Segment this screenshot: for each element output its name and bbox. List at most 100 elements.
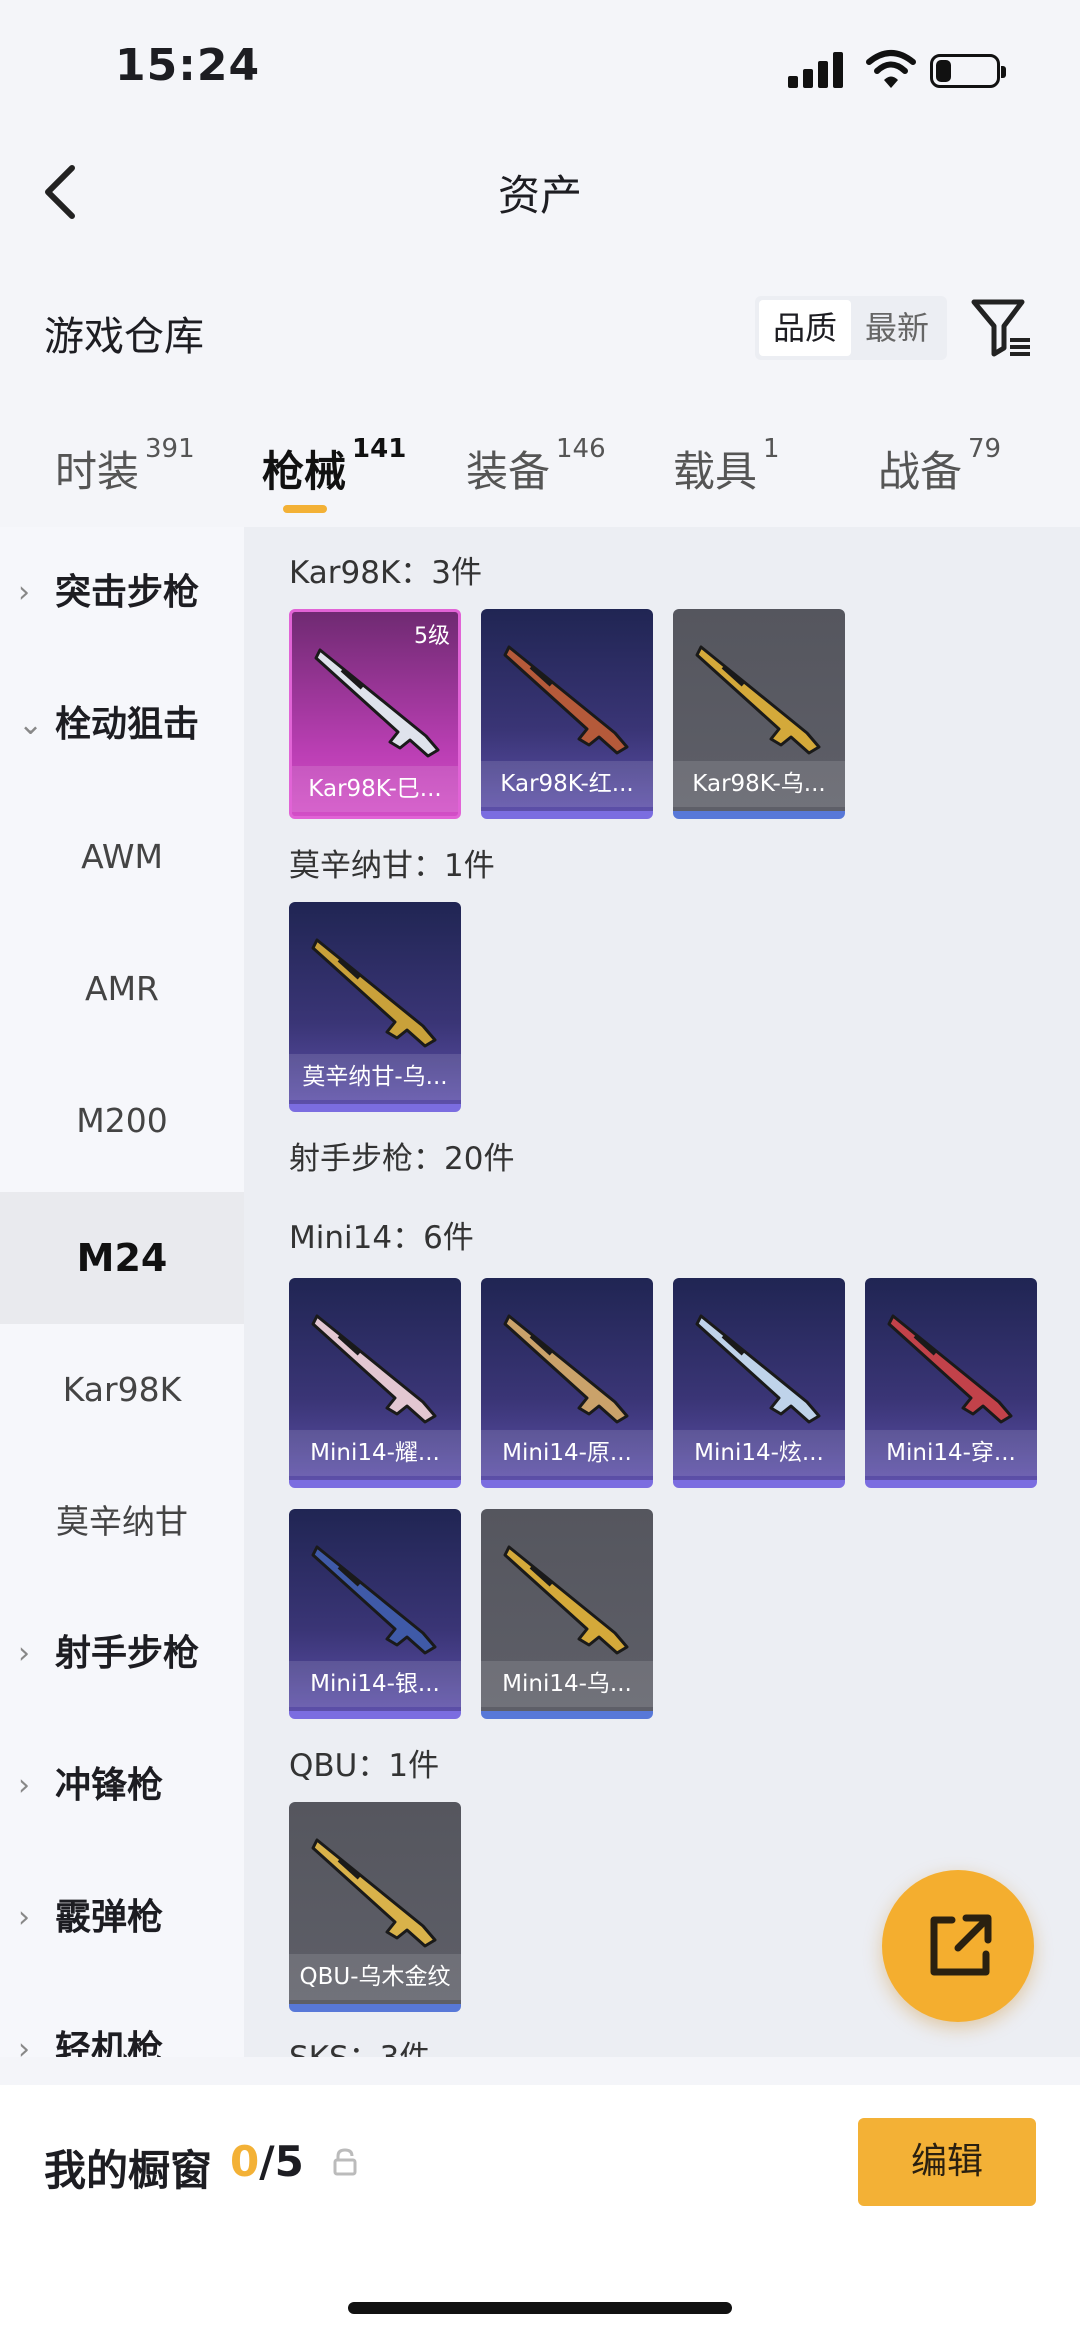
tab-active-indicator	[283, 505, 327, 513]
showcase-total: /5	[259, 2137, 304, 2186]
weapon-card[interactable]: Mini14-炫...	[673, 1278, 845, 1488]
section-heading-mosin: 莫辛纳甘：1件	[289, 848, 495, 884]
sidebar-item-label: 射手步枪	[55, 1633, 200, 1674]
rifle-icon	[695, 645, 821, 755]
sidebar-item-marksman-rifle[interactable]: › 射手步枪	[0, 1588, 244, 1720]
weapon-card[interactable]: Mini14-穿...	[865, 1278, 1037, 1488]
weapon-card[interactable]: 5级 Kar98K-巳...	[289, 609, 461, 819]
page-title: 资产	[497, 171, 582, 220]
weapon-name: Mini14-乌...	[481, 1661, 653, 1707]
sidebar-item-m200[interactable]: M200	[0, 1055, 244, 1187]
weapon-name: Mini14-穿...	[865, 1430, 1037, 1476]
sidebar-item-amr[interactable]: AMR	[0, 923, 244, 1055]
sidebar-item-shotgun[interactable]: › 霰弹枪	[0, 1852, 244, 1984]
weapon-card[interactable]: Mini14-银...	[289, 1509, 461, 1719]
signal-icon	[788, 52, 844, 88]
section-heading-qbu: QBU：1件	[289, 1748, 440, 1784]
tab-count: 391	[145, 434, 195, 464]
weapon-card[interactable]: 莫辛纳甘-乌...	[289, 902, 461, 1112]
sidebar-item-label: 轻机枪	[55, 2029, 164, 2057]
weapon-name: Mini14-耀...	[289, 1430, 461, 1476]
rifle-icon	[887, 1314, 1013, 1424]
warehouse-title: 游戏仓库	[44, 314, 204, 360]
showcase-current: 0	[230, 2137, 260, 2186]
tab-label: 时装	[55, 447, 140, 496]
sidebar-item-label: 突击步枪	[55, 572, 200, 613]
weapon-name: QBU-乌木金纹	[289, 1954, 461, 2000]
weapon-card[interactable]: Kar98K-红...	[481, 609, 653, 819]
weapon-card[interactable]: Mini14-乌...	[481, 1509, 653, 1719]
chevron-right-icon: ›	[18, 2032, 30, 2057]
level-badge: 5级	[414, 624, 450, 649]
tab-costume[interactable]: 时装 391	[55, 434, 195, 499]
weapon-card[interactable]: Mini14-原...	[481, 1278, 653, 1488]
share-button[interactable]	[882, 1870, 1034, 2022]
rifle-icon	[311, 938, 437, 1048]
section-heading-marksman: 射手步枪：20件	[289, 1141, 515, 1177]
rifle-icon	[311, 1314, 437, 1424]
tab-gear[interactable]: 战备 79	[878, 434, 1001, 499]
rifle-icon	[311, 1545, 437, 1655]
sort-quality-option[interactable]: 品质	[759, 300, 851, 356]
section-heading-kar98k: Kar98K：3件	[289, 555, 483, 591]
rifle-icon	[503, 645, 629, 755]
weapon-card[interactable]: QBU-乌木金纹	[289, 1802, 461, 2012]
sidebar-item-bolt-sniper[interactable]: ⌄ 栓动狙击	[0, 659, 244, 791]
weapon-name: Kar98K-乌...	[673, 761, 845, 807]
rifle-icon	[503, 1314, 629, 1424]
tab-count: 79	[968, 434, 1002, 464]
weapon-card[interactable]: Kar98K-乌...	[673, 609, 845, 819]
tab-count: 146	[556, 434, 606, 464]
tab-label: 装备	[466, 447, 551, 496]
weapon-card[interactable]: Mini14-耀...	[289, 1278, 461, 1488]
sidebar-item-label: 栓动狙击	[55, 704, 200, 745]
lock-icon[interactable]	[332, 2148, 358, 2176]
chevron-right-icon: ›	[18, 1900, 30, 1935]
wifi-icon	[866, 50, 916, 88]
rifle-icon	[695, 1314, 821, 1424]
sidebar-item-assault-rifle[interactable]: › 突击步枪	[0, 527, 244, 659]
sidebar-item-lmg[interactable]: › 轻机枪	[0, 1984, 244, 2057]
chevron-down-icon: ⌄	[18, 707, 44, 742]
sidebar-item-label: 冲锋枪	[55, 1765, 164, 1806]
home-indicator	[348, 2302, 732, 2314]
rifle-icon	[503, 1545, 629, 1655]
tab-count: 141	[352, 434, 407, 464]
filter-icon[interactable]	[970, 296, 1034, 360]
status-time: 15:24	[115, 40, 261, 91]
showcase-label: 我的橱窗	[44, 2146, 213, 2195]
edit-button[interactable]: 编辑	[858, 2118, 1036, 2206]
battery-icon	[930, 54, 1006, 88]
tab-firearms[interactable]: 枪械 141	[262, 434, 406, 499]
tab-equipment[interactable]: 装备 146	[466, 434, 606, 499]
tab-label: 战备	[878, 447, 963, 496]
tab-label: 载具	[673, 447, 758, 496]
weapon-name: Kar98K-红...	[481, 761, 653, 807]
sidebar-item-awm[interactable]: AWM	[0, 791, 244, 923]
showcase-count: 0/5	[230, 2137, 304, 2186]
sidebar-item-kar98k[interactable]: Kar98K	[0, 1324, 244, 1456]
chevron-right-icon: ›	[18, 1768, 30, 1803]
share-external-icon	[930, 1914, 992, 1976]
tab-count: 1	[763, 434, 780, 464]
rifle-icon	[311, 1838, 437, 1948]
sort-segmented-control: 品质 最新	[755, 296, 947, 360]
sidebar-item-smg[interactable]: › 冲锋枪	[0, 1720, 244, 1852]
weapon-name: Kar98K-巳...	[292, 766, 458, 812]
sort-newest-option[interactable]: 最新	[851, 296, 943, 360]
section-heading-sks: SKS：3件	[289, 2032, 430, 2057]
sidebar-item-mosin[interactable]: 莫辛纳甘	[0, 1456, 244, 1588]
tab-label: 枪械	[262, 447, 347, 496]
weapon-name: 莫辛纳甘-乌...	[289, 1054, 461, 1100]
chevron-right-icon: ›	[18, 1636, 30, 1671]
weapon-name: Mini14-炫...	[673, 1430, 845, 1476]
weapon-name: Mini14-银...	[289, 1661, 461, 1707]
tab-vehicles[interactable]: 载具 1	[673, 434, 780, 499]
item-grid-panel[interactable]: Kar98K：3件 5级 Kar98K-巳... Kar98K-红... Kar9…	[244, 527, 1080, 2057]
weapon-name: Mini14-原...	[481, 1430, 653, 1476]
rifle-icon	[314, 648, 440, 758]
section-heading-mini14: Mini14：6件	[289, 1220, 474, 1256]
category-sidebar: › 突击步枪 ⌄ 栓动狙击 AWM AMR M200 M24 Kar98K 莫辛纳甘…	[0, 527, 244, 2057]
sidebar-item-m24[interactable]: M24	[0, 1192, 244, 1324]
chevron-right-icon: ›	[18, 575, 30, 610]
